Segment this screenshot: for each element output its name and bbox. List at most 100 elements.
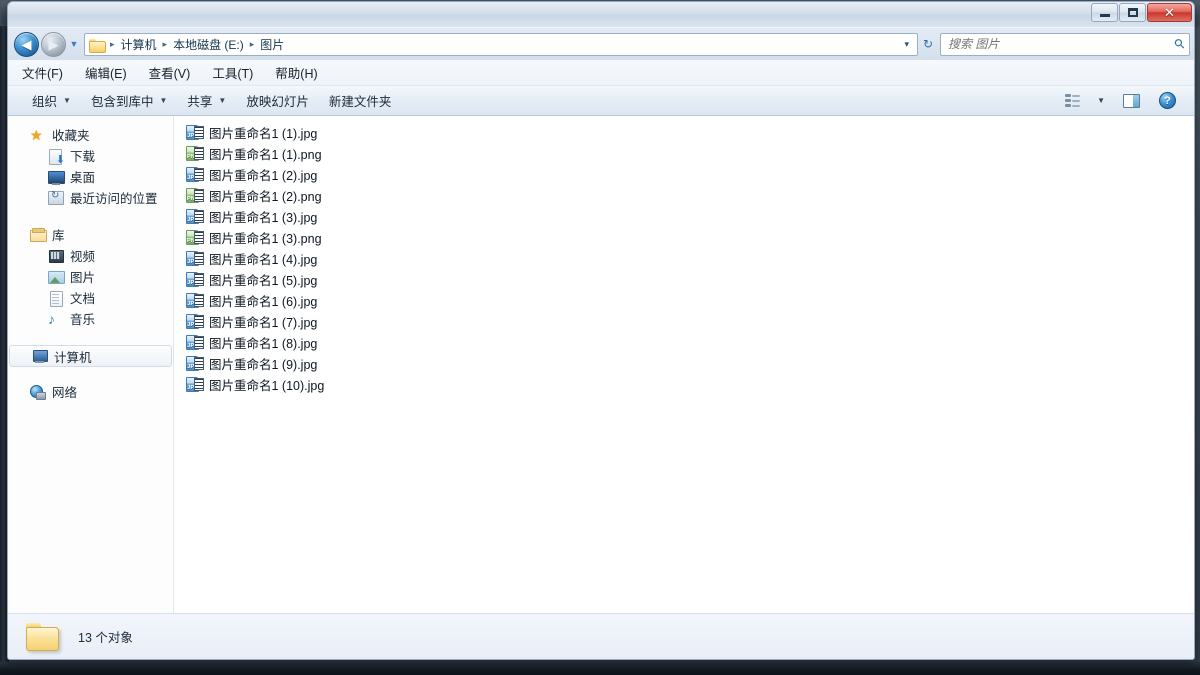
sidebar-item-recent-places[interactable]: 最近访问的位置	[8, 187, 173, 208]
back-button[interactable]: ◀	[14, 31, 39, 57]
menu-file[interactable]: 文件(F)	[22, 63, 63, 82]
command-toolbar: 组织 ▼ 包含到库中 ▼ 共享 ▼ 放映幻灯片 新建文件夹 ▼ ?	[8, 86, 1194, 116]
change-view-button[interactable]	[1059, 91, 1088, 111]
sidebar-item-music[interactable]: ♪ 音乐	[8, 308, 173, 329]
forward-button[interactable]: ▶	[41, 31, 66, 57]
file-row[interactable]: JPG 图片重命名1 (6).jpg	[174, 290, 1194, 311]
file-name-label: 图片重命名1 (7).jpg	[209, 316, 318, 330]
sidebar-item-favorites[interactable]: ★ 收藏夹	[8, 124, 173, 145]
breadcrumb-separator[interactable]: ▸	[247, 39, 258, 50]
share-button[interactable]: 共享 ▼	[177, 87, 236, 114]
file-thumbnail	[194, 314, 204, 328]
search-input[interactable]	[948, 37, 1176, 51]
organize-button[interactable]: 组织 ▼	[22, 87, 81, 114]
new-folder-button[interactable]: 新建文件夹	[319, 87, 402, 114]
file-thumbnail	[194, 125, 204, 139]
menu-edit[interactable]: 编辑(E)	[85, 63, 127, 82]
file-row[interactable]: JPG 图片重命名1 (7).jpg	[174, 311, 1194, 332]
chevron-down-icon: ▼	[1097, 96, 1105, 105]
file-row[interactable]: JPG 图片重命名1 (10).jpg	[174, 374, 1194, 395]
menu-tools[interactable]: 工具(T)	[212, 63, 253, 82]
breadcrumb-bar[interactable]: ▸ 计算机 ▸ 本地磁盘 (E:) ▸ 图片 ▾	[84, 32, 918, 56]
breadcrumb-separator[interactable]: ▸	[107, 39, 118, 50]
folder-icon	[89, 38, 106, 53]
chevron-down-icon: ▼	[218, 96, 227, 105]
sidebar-label-network: 网络	[52, 386, 78, 400]
breadcrumb: ▸ 计算机 ▸ 本地磁盘 (E:) ▸ 图片	[107, 34, 898, 55]
file-row[interactable]: JPG 图片重命名1 (4).jpg	[174, 248, 1194, 269]
preview-pane-icon	[1123, 93, 1140, 108]
slideshow-button[interactable]: 放映幻灯片	[236, 87, 319, 114]
sidebar-label-documents: 文档	[70, 292, 96, 306]
refresh-button[interactable]: ↻	[918, 33, 938, 55]
sidebar-item-libraries[interactable]: 库	[8, 224, 173, 245]
sidebar-label-videos: 视频	[70, 250, 96, 264]
chevron-down-icon: ▼	[69, 39, 79, 49]
computer-icon	[32, 348, 48, 364]
file-row[interactable]: PNG 图片重命名1 (2).png	[174, 185, 1194, 206]
sidebar-label-downloads: 下载	[70, 150, 96, 164]
file-name-label: 图片重命名1 (3).jpg	[209, 211, 318, 225]
document-icon	[48, 290, 64, 307]
file-thumbnail	[194, 272, 204, 286]
sidebar-label-recent-places: 最近访问的位置	[70, 192, 158, 206]
minimize-button[interactable]	[1091, 3, 1118, 22]
star-icon: ★	[30, 126, 43, 143]
history-dropdown-button[interactable]: ▼	[66, 33, 82, 55]
toolbar-right-group: ▼ ?	[1059, 89, 1188, 112]
file-row[interactable]: JPG 图片重命名1 (8).jpg	[174, 332, 1194, 353]
file-row[interactable]: JPG 图片重命名1 (2).jpg	[174, 164, 1194, 185]
music-icon: ♪	[48, 310, 55, 327]
include-in-library-label: 包含到库中	[90, 95, 154, 109]
file-thumbnail	[194, 167, 204, 181]
file-name-label: 图片重命名1 (9).jpg	[209, 358, 318, 372]
video-icon	[48, 248, 64, 264]
sidebar-item-downloads[interactable]: 下载	[8, 145, 173, 166]
file-thumbnail	[194, 251, 204, 265]
search-box[interactable]: ⚲	[940, 32, 1190, 56]
forward-arrow-icon: ▶	[48, 36, 59, 52]
breadcrumb-item-pictures[interactable]: 图片	[257, 34, 287, 55]
preview-pane-button[interactable]	[1114, 91, 1149, 111]
file-row[interactable]: JPG 图片重命名1 (1).jpg	[174, 122, 1194, 143]
breadcrumb-item-computer[interactable]: 计算机	[118, 34, 160, 55]
desktop-icon	[48, 169, 65, 185]
sidebar-label-desktop: 桌面	[70, 171, 96, 185]
file-thumbnail	[194, 209, 204, 223]
jpg-file-icon: JPG	[186, 271, 204, 288]
sidebar-item-computer[interactable]: 计算机	[9, 345, 172, 367]
jpg-file-icon: JPG	[186, 376, 204, 393]
maximize-button[interactable]	[1119, 3, 1146, 22]
sidebar-item-videos[interactable]: 视频	[8, 245, 173, 266]
help-button[interactable]: ?	[1151, 89, 1184, 112]
view-dropdown-button[interactable]: ▼	[1090, 93, 1112, 108]
menu-help[interactable]: 帮助(H)	[275, 63, 317, 82]
breadcrumb-separator[interactable]: ▸	[160, 39, 171, 50]
breadcrumb-item-drive[interactable]: 本地磁盘 (E:)	[170, 34, 247, 55]
jpg-file-icon: JPG	[186, 250, 204, 267]
chevron-down-icon: ▼	[63, 96, 71, 105]
file-row[interactable]: JPG 图片重命名1 (9).jpg	[174, 353, 1194, 374]
menu-view[interactable]: 查看(V)	[149, 63, 191, 82]
file-name-label: 图片重命名1 (10).jpg	[209, 379, 325, 393]
file-list-view[interactable]: JPG 图片重命名1 (1).jpg PNG 图片重命名1 (1).png JPG 图片重…	[174, 116, 1194, 613]
file-row[interactable]: PNG 图片重命名1 (3).png	[174, 227, 1194, 248]
sidebar-item-documents[interactable]: 文档	[8, 287, 173, 308]
jpg-file-icon: JPG	[186, 124, 204, 141]
include-in-library-button[interactable]: 包含到库中 ▼	[81, 87, 177, 114]
file-row[interactable]: PNG 图片重命名1 (1).png	[174, 143, 1194, 164]
title-bar[interactable]: ✕	[8, 2, 1194, 28]
close-icon: ✕	[1164, 5, 1175, 20]
navigation-pane: ★ 收藏夹 下载 桌面 最近访问的位置	[8, 116, 174, 613]
file-row[interactable]: JPG 图片重命名1 (3).jpg	[174, 206, 1194, 227]
sidebar-item-network[interactable]: 网络	[8, 381, 173, 402]
sidebar-item-pictures[interactable]: 图片	[8, 266, 173, 287]
address-dropdown-icon[interactable]: ▾	[898, 39, 915, 50]
sidebar-item-desktop[interactable]: 桌面	[8, 166, 173, 187]
file-row[interactable]: JPG 图片重命名1 (5).jpg	[174, 269, 1194, 290]
jpg-file-icon: JPG	[186, 292, 204, 309]
file-thumbnail	[194, 146, 204, 160]
close-button[interactable]: ✕	[1147, 3, 1192, 22]
